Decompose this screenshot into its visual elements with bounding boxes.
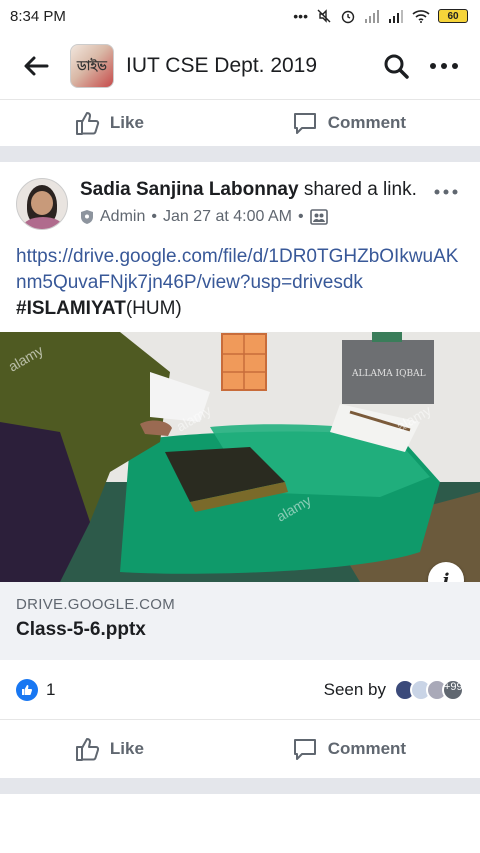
more-horizontal-icon xyxy=(434,189,458,195)
group-title[interactable]: IUT CSE Dept. 2019 xyxy=(126,54,368,78)
back-button[interactable] xyxy=(16,46,56,86)
mute-icon xyxy=(317,9,331,23)
post-separator xyxy=(0,778,480,794)
battery-icon: 60 xyxy=(438,9,468,23)
search-button[interactable] xyxy=(376,46,416,86)
status-time: 8:34 PM xyxy=(10,7,66,25)
comment-icon xyxy=(293,739,316,760)
comment-button[interactable]: Comment xyxy=(292,111,406,135)
seen-avatars: +99 xyxy=(394,678,464,701)
author-avatar[interactable] xyxy=(16,178,68,230)
seen-by[interactable]: Seen by +99 xyxy=(323,678,464,701)
post-action-text: shared a link. xyxy=(298,179,417,200)
previous-post-actions: Like Comment xyxy=(0,100,480,146)
post-headline: Sadia Sanjina Labonnay shared a link. xyxy=(80,178,424,202)
like-reaction-icon xyxy=(16,678,38,701)
link-card[interactable]: DRIVE.GOOGLE.COM Class-5-6.pptx xyxy=(0,582,480,660)
app-bar: ডাইভ IUT CSE Dept. 2019 xyxy=(0,32,480,100)
link-domain: DRIVE.GOOGLE.COM xyxy=(16,596,175,613)
status-icons: ••• 60 xyxy=(293,8,468,24)
link-preview-image[interactable]: ALLAMA IQBAL alamy alamy alamy alamy i xyxy=(0,332,480,582)
like-label: Like xyxy=(109,113,144,132)
post-separator xyxy=(0,146,480,162)
post-header: Sadia Sanjina Labonnay shared a link. Ad… xyxy=(0,162,480,230)
svg-text:ALLAMA IQBAL: ALLAMA IQBAL xyxy=(351,369,426,379)
more-notifications-icon: ••• xyxy=(293,8,308,24)
hashtag[interactable]: #ISLAMIYAT xyxy=(16,298,126,319)
alarm-icon xyxy=(341,10,355,24)
admin-role: Admin xyxy=(100,208,146,225)
meta-dot: • xyxy=(151,208,157,225)
tag-suffix: (HUM) xyxy=(125,298,182,319)
meta-dot-2: • xyxy=(297,208,304,225)
like-count-value: 1 xyxy=(46,679,56,699)
group-privacy-icon xyxy=(309,209,328,225)
signal-icon-2 xyxy=(389,10,403,23)
post-link[interactable]: https://drive.google.com/file/d/1DR0TGHZ… xyxy=(16,244,464,296)
comment-label: Comment xyxy=(327,739,407,758)
seen-by-label: Seen by xyxy=(323,679,386,699)
post-actions: Like Comment xyxy=(0,720,480,778)
post-body: https://drive.google.com/file/d/1DR0TGHZ… xyxy=(0,230,480,322)
reactions-bar: 1 Seen by +99 xyxy=(0,660,480,720)
group-thumbnail[interactable]: ডাইভ xyxy=(70,43,114,88)
more-options-button[interactable] xyxy=(424,46,464,86)
arrow-left-icon xyxy=(24,56,49,75)
author-name[interactable]: Sadia Sanjina Labonnay xyxy=(80,179,299,200)
post-options-button[interactable] xyxy=(434,182,458,200)
like-button[interactable]: Like xyxy=(74,736,144,762)
comment-icon xyxy=(293,113,316,134)
post-meta: Admin • Jan 27 at 4:00 AM • xyxy=(80,208,424,226)
comment-label: Comment xyxy=(327,113,407,132)
thumbs-up-icon xyxy=(75,112,100,135)
shrine-photo: ALLAMA IQBAL alamy alamy alamy alamy xyxy=(0,332,480,582)
like-label: Like xyxy=(109,739,144,758)
post-tag-line: #ISLAMIYAT(HUM) xyxy=(16,296,464,322)
comment-button[interactable]: Comment xyxy=(292,737,406,761)
like-count[interactable]: 1 xyxy=(16,678,56,701)
link-title: Class-5-6.pptx xyxy=(16,619,146,640)
thumbs-up-icon xyxy=(75,738,100,761)
post: Sadia Sanjina Labonnay shared a link. Ad… xyxy=(0,162,480,794)
like-button[interactable]: Like xyxy=(74,110,144,136)
search-icon xyxy=(384,54,409,79)
post-date[interactable]: Jan 27 at 4:00 AM xyxy=(163,208,292,226)
admin-shield-icon xyxy=(81,210,93,224)
post-header-text: Sadia Sanjina Labonnay shared a link. Ad… xyxy=(80,178,464,230)
info-icon: i xyxy=(442,569,450,583)
status-bar: 8:34 PM ••• 60 xyxy=(0,0,480,32)
wifi-icon xyxy=(412,10,430,23)
seen-extra-count: +99 xyxy=(442,678,464,701)
more-horizontal-icon xyxy=(430,62,458,69)
signal-icon xyxy=(365,10,379,23)
